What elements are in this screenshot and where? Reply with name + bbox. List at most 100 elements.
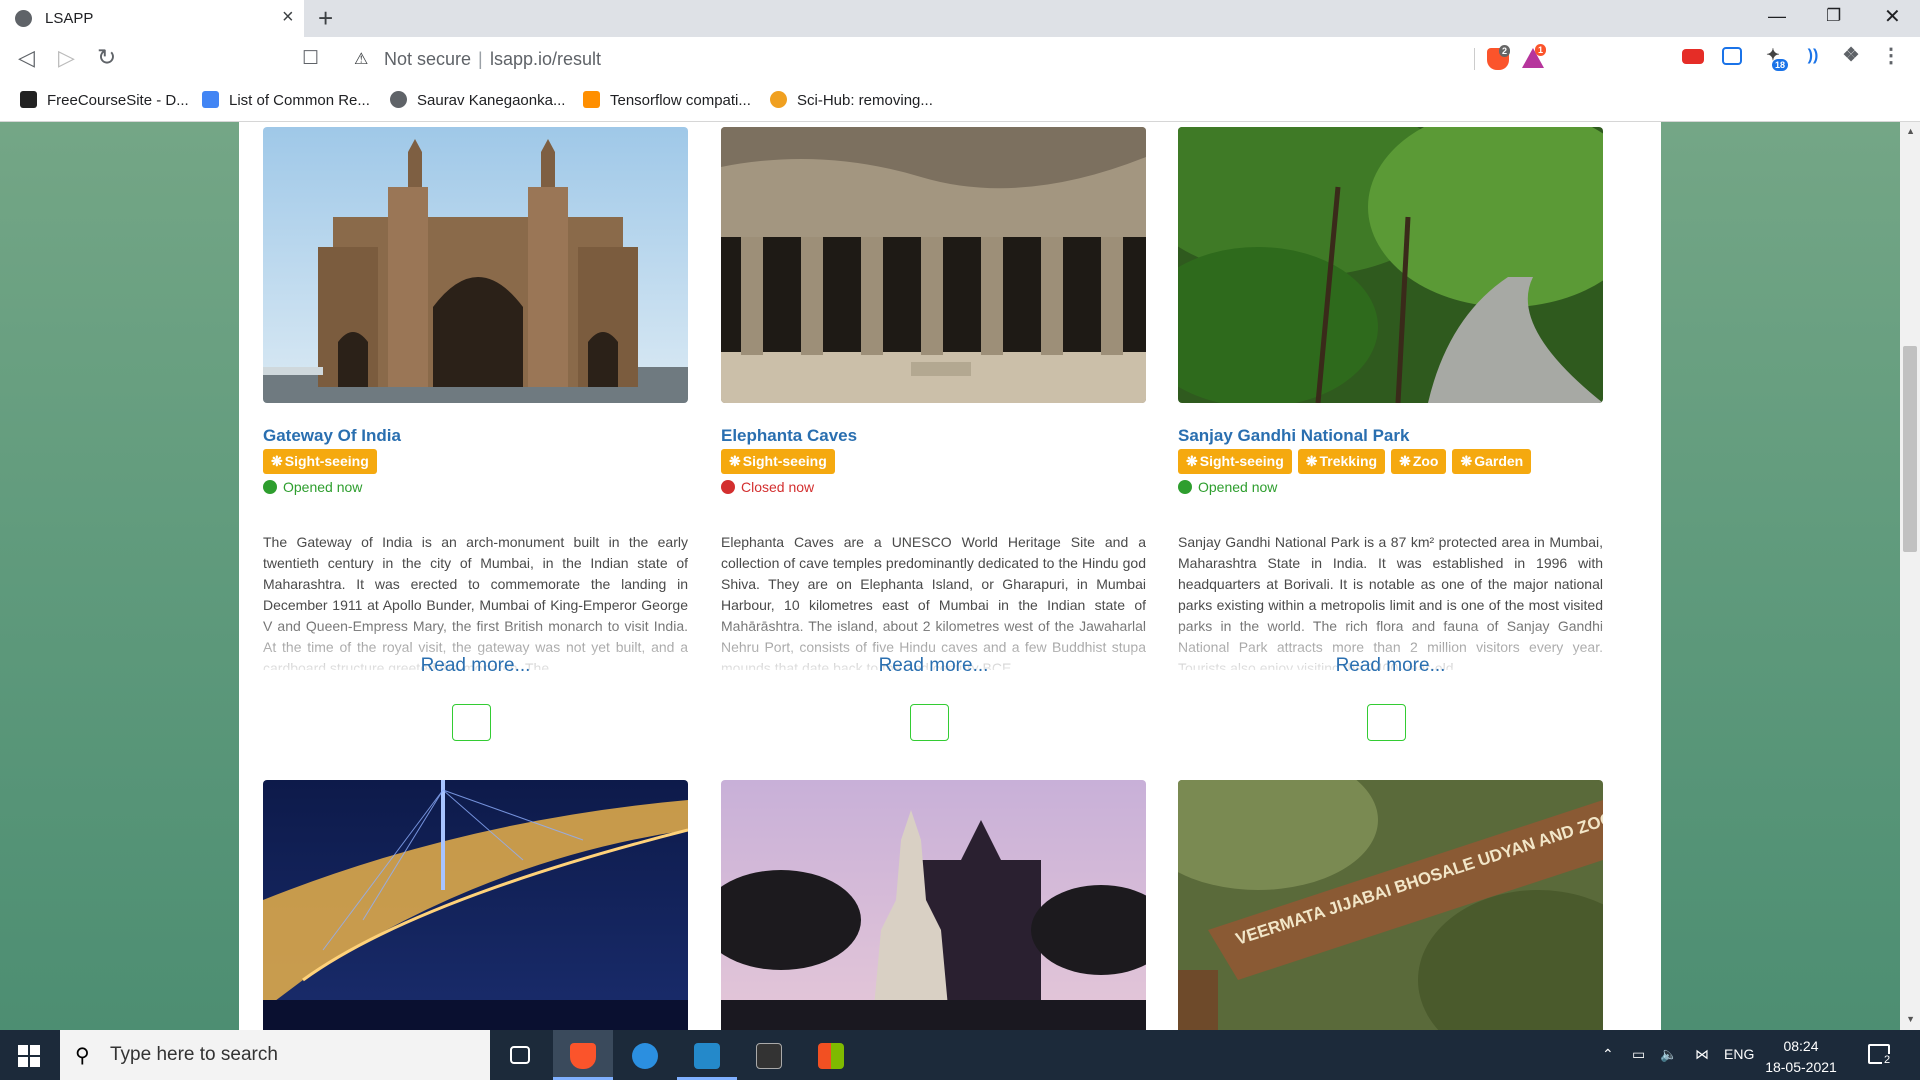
bookmarks-bar: FreeCourseSite - D... List of Common Re.… xyxy=(0,82,1920,122)
tag-list: ❋ Sight-seeing xyxy=(263,449,383,475)
tab-strip: LSAPP × + — ❐ ✕ xyxy=(0,0,1920,37)
notification-icon[interactable]: 2 xyxy=(1868,1044,1893,1066)
taskbar-search[interactable]: ⚲ Type here to search xyxy=(60,1030,490,1080)
place-description: Sanjay Gandhi National Park is a 87 km² … xyxy=(1178,534,1603,670)
select-checkbox[interactable] xyxy=(910,704,949,741)
tag-label: Sight-seeing xyxy=(1199,453,1284,469)
clock-icon xyxy=(1178,480,1192,494)
screen-capture-extension-icon[interactable] xyxy=(1722,47,1742,65)
status-text: Closed now xyxy=(721,479,814,495)
chevron-up-icon[interactable]: ⌃ xyxy=(1602,1046,1614,1063)
forward-icon[interactable]: ▷ xyxy=(58,45,75,71)
close-tab-icon[interactable]: × xyxy=(282,6,294,29)
clock[interactable]: 08:24 18-05-2021 xyxy=(1760,1036,1842,1078)
status-text: Opened now xyxy=(1178,479,1277,495)
bookmark-scihub[interactable]: Sci-Hub: removing... xyxy=(770,91,933,109)
place-image-sgnp[interactable] xyxy=(1178,127,1603,403)
back-icon[interactable]: ◁ xyxy=(18,45,35,71)
google-docs-icon xyxy=(202,91,219,108)
vscode-icon xyxy=(694,1043,720,1069)
close-window-icon[interactable]: ✕ xyxy=(1884,4,1901,29)
brave-shields-icon[interactable]: 2 xyxy=(1487,45,1511,70)
url-text[interactable]: lsapp.io/result xyxy=(490,49,601,70)
taskbar-terminal[interactable] xyxy=(739,1030,799,1080)
browser-tab[interactable]: LSAPP × xyxy=(0,0,304,37)
place-title[interactable]: Gateway Of India xyxy=(263,426,401,446)
tag-sight-seeing[interactable]: ❋ Sight-seeing xyxy=(721,449,835,474)
results-container: Gateway Of India ❋ Sight-seeing Opened no… xyxy=(239,122,1661,1030)
read-more-link[interactable]: Read more... xyxy=(721,655,1146,677)
place-image-elephanta[interactable] xyxy=(721,127,1146,403)
bookmark-saurav[interactable]: Saurav Kanegaonka... xyxy=(390,91,565,109)
minimize-icon[interactable]: — xyxy=(1768,6,1786,27)
brave-rewards-icon[interactable]: 1 xyxy=(1522,44,1547,68)
gear-icon: ❋ xyxy=(729,453,741,469)
gear-icon: ❋ xyxy=(1305,453,1318,469)
status-label: Opened now xyxy=(283,479,363,495)
clock-icon xyxy=(263,480,277,494)
read-aloud-extension-icon[interactable]: )) xyxy=(1802,45,1824,67)
tag-label: Zoo xyxy=(1412,453,1439,469)
bookmark-page-icon[interactable]: ☐ xyxy=(302,47,319,70)
place-title[interactable]: Elephanta Caves xyxy=(721,426,857,446)
tag-label: Trekking xyxy=(1319,453,1378,469)
new-tab-button[interactable]: + xyxy=(318,3,333,34)
youtube-extension-icon[interactable] xyxy=(1682,49,1704,64)
windows-taskbar: ⚲ Type here to search ⌃ ▭ 🔈 ⋈ ENG 08:24 … xyxy=(0,1030,1920,1080)
bookmark-tensorflow[interactable]: Tensorflow compati... xyxy=(583,91,751,109)
place-image-gateway[interactable] xyxy=(263,127,688,403)
tab-title: LSAPP xyxy=(45,10,94,27)
address-bar[interactable]: ⚠ Not secure | lsapp.io/result 2 1 xyxy=(340,42,1562,76)
wifi-icon[interactable]: ⋈ xyxy=(1695,1046,1709,1063)
extension-icon[interactable]: ✦ 18 xyxy=(1762,45,1789,71)
select-checkbox[interactable] xyxy=(452,704,491,741)
rewards-badge: 1 xyxy=(1535,44,1547,56)
taskbar-edge[interactable] xyxy=(615,1030,675,1080)
internet-explorer-icon xyxy=(632,1043,658,1069)
extensions-puzzle-icon[interactable]: ❖ xyxy=(1840,45,1862,67)
brave-icon xyxy=(570,1043,596,1069)
tag-zoo[interactable]: ❋ Zoo xyxy=(1391,449,1447,474)
gear-icon: ❋ xyxy=(271,453,283,469)
clock-time: 08:24 xyxy=(1783,1038,1819,1054)
taskbar-vscode[interactable] xyxy=(677,1030,737,1080)
windows-start-icon[interactable] xyxy=(18,1045,40,1067)
reload-icon[interactable]: ↻ xyxy=(97,44,116,71)
taskbar-brave[interactable] xyxy=(553,1030,613,1080)
search-icon: ⚲ xyxy=(75,1045,90,1067)
read-more-link[interactable]: Read more... xyxy=(1178,655,1603,677)
store-icon xyxy=(818,1043,844,1069)
tag-sight-seeing[interactable]: ❋ Sight-seeing xyxy=(1178,449,1292,474)
freecoursesite-icon xyxy=(20,91,37,108)
language-indicator[interactable]: ENG xyxy=(1724,1046,1754,1062)
scroll-down-icon[interactable]: ▼ xyxy=(1906,1014,1915,1024)
bookmark-label: FreeCourseSite - D... xyxy=(47,92,189,109)
scrollbar-thumb[interactable] xyxy=(1903,346,1917,552)
place-title[interactable]: Sanjay Gandhi National Park xyxy=(1178,426,1409,446)
scroll-up-icon[interactable]: ▲ xyxy=(1906,126,1915,136)
tag-sight-seeing[interactable]: ❋ Sight-seeing xyxy=(263,449,377,474)
battery-icon[interactable]: ▭ xyxy=(1632,1046,1645,1063)
divider xyxy=(1474,48,1475,70)
taskbar-store[interactable] xyxy=(801,1030,861,1080)
shields-badge: 2 xyxy=(1499,45,1511,57)
gear-icon: ❋ xyxy=(1399,453,1411,469)
read-more-link[interactable]: Read more... xyxy=(263,655,688,677)
warning-icon: ⚠ xyxy=(354,51,369,68)
bookmark-freecoursesite[interactable]: FreeCourseSite - D... xyxy=(20,91,189,109)
volume-icon[interactable]: 🔈 xyxy=(1660,1046,1677,1063)
bookmark-list-of-common[interactable]: List of Common Re... xyxy=(202,91,370,109)
restore-icon[interactable]: ❐ xyxy=(1826,6,1841,26)
menu-icon[interactable]: ⋮ xyxy=(1880,45,1902,67)
place-image-flora-fountain[interactable] xyxy=(721,780,1146,1030)
place-image-sea-link[interactable] xyxy=(263,780,688,1030)
task-view-button[interactable] xyxy=(490,1030,550,1080)
security-label[interactable]: Not secure xyxy=(384,49,471,70)
tag-garden[interactable]: ❋ Garden xyxy=(1452,449,1532,474)
place-image-zoo-gate[interactable]: VEERMATA JIJABAI BHOSALE UDYAN AND ZOO xyxy=(1178,780,1603,1030)
globe-icon xyxy=(390,91,407,108)
clock-icon xyxy=(721,480,735,494)
select-checkbox[interactable] xyxy=(1367,704,1406,741)
page-scrollbar[interactable] xyxy=(1900,122,1920,1030)
tag-trekking[interactable]: ❋ Trekking xyxy=(1297,449,1386,474)
